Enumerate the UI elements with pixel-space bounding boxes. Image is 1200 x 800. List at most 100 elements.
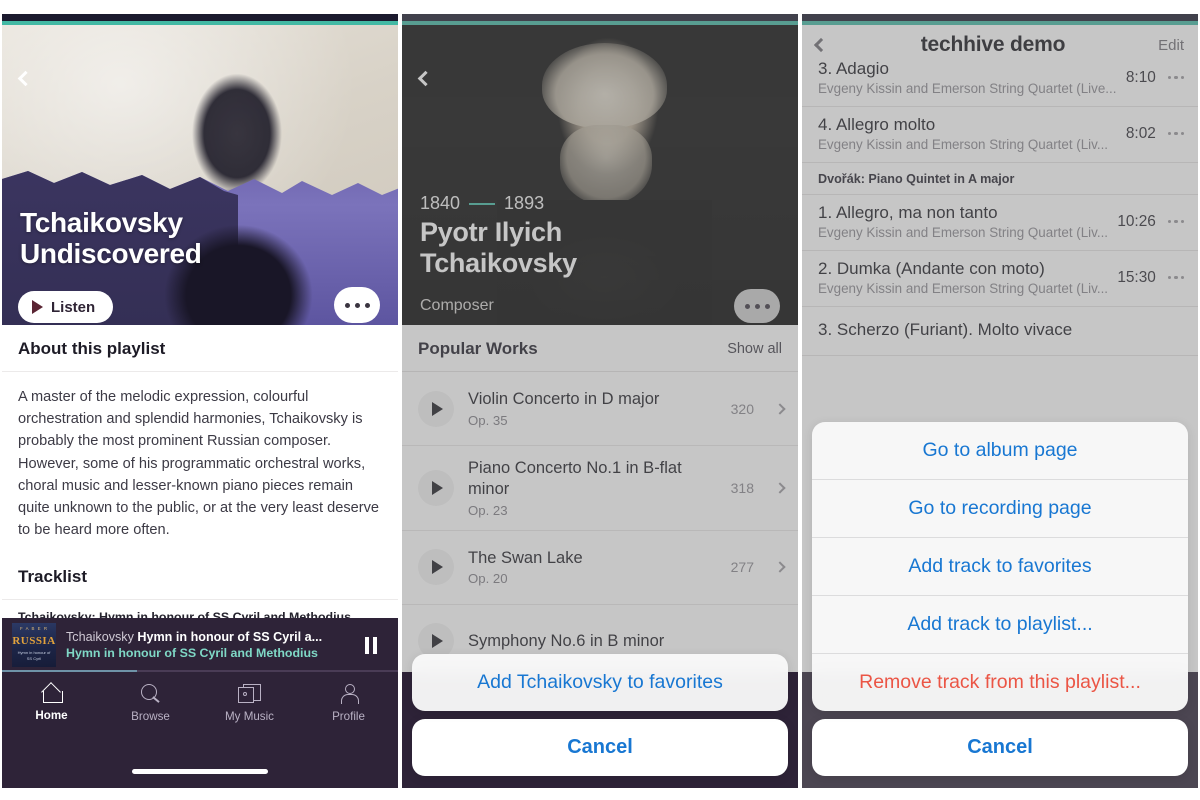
track-menu-button[interactable]	[1167, 219, 1184, 224]
screenshot-stage: Tchaikovsky Undiscovered Listen About th…	[0, 0, 1200, 800]
ellipsis-icon	[344, 302, 350, 308]
album-art-title: RUSSIA	[12, 635, 56, 647]
composer-role: Composer	[420, 297, 494, 314]
work-play-count: 320	[730, 400, 754, 417]
work-title: Piano Concerto No.1 in B-flat minor	[468, 459, 682, 498]
playlist-title-line2: Undiscovered	[20, 238, 202, 270]
play-icon[interactable]	[418, 390, 454, 427]
track-title: 1. Allegro, ma non tanto	[818, 203, 998, 222]
panel-playlist: Tchaikovsky Undiscovered Listen About th…	[0, 0, 400, 800]
playlist-title: Tchaikovsky Undiscovered	[20, 207, 202, 270]
track-duration: 10:26	[1117, 212, 1156, 230]
composer-hero: 1840 1893 Pyotr Ilyich Tchaikovsky Compo…	[402, 25, 798, 325]
person-icon	[339, 684, 359, 704]
track-duration: 8:02	[1125, 124, 1156, 142]
chevron-left-icon	[813, 37, 829, 53]
tab-my-music[interactable]: My Music	[200, 684, 299, 723]
track-artist: Evgeny Kissin and Emerson String Quartet…	[818, 137, 1109, 152]
hero-scrim	[402, 25, 798, 325]
track-menu-button[interactable]	[1167, 131, 1184, 136]
back-button-playlist-tracks[interactable]	[813, 37, 842, 53]
tab-home[interactable]: Home	[2, 684, 101, 722]
table-row[interactable]: 1. Allegro, ma non tanto Evgeny Kissin a…	[802, 195, 1198, 251]
action-sheet-cancel-button[interactable]: Cancel	[812, 719, 1188, 776]
track-duration: 8:10	[1125, 68, 1156, 86]
tracklist-heading: Tracklist	[2, 551, 398, 601]
bottom-tab-bar: Home Browse My Music Profile	[2, 672, 398, 788]
ellipsis-icon	[744, 303, 750, 309]
tab-browse[interactable]: Browse	[101, 684, 200, 723]
work-row[interactable]: Piano Concerto No.1 in B-flat minor Op. …	[402, 446, 798, 531]
now-playing-subtitle: Hymn in honour of SS Cyril and Methodius	[66, 646, 318, 660]
play-icon[interactable]	[418, 549, 454, 586]
work-opus: Op. 20	[468, 571, 508, 587]
table-row[interactable]: 3. Adagio Evgeny Kissin and Emerson Stri…	[802, 51, 1198, 107]
table-row[interactable]: 3. Scherzo (Furiant). Molto vivace	[802, 307, 1198, 356]
track-duration: 15:30	[1117, 268, 1156, 286]
search-icon	[140, 684, 162, 703]
status-bar	[2, 14, 398, 21]
back-button-composer[interactable]	[410, 63, 440, 93]
now-playing-line1: Tchaikovsky Hymn in honour of SS Cyril a…	[66, 630, 354, 644]
composer-more-button[interactable]	[734, 289, 780, 323]
action-add-track-to-playlist[interactable]: Add track to playlist...	[812, 596, 1188, 654]
track-menu-button[interactable]	[1167, 75, 1184, 80]
about-heading: About this playlist	[2, 325, 398, 372]
now-playing-composer: Tchaikovsky	[66, 630, 134, 644]
chevron-left-icon	[17, 70, 33, 86]
show-all-link[interactable]: Show all	[727, 341, 782, 357]
playlist-more-button[interactable]	[334, 287, 380, 323]
home-indicator	[532, 769, 668, 774]
work-opus: Op. 35	[468, 412, 508, 428]
back-button-playlist[interactable]	[10, 63, 40, 93]
table-row[interactable]: 2. Dumka (Andante con moto) Evgeny Kissi…	[802, 251, 1198, 307]
track-group-label: Dvořák: Piano Quintet in A major	[802, 163, 1198, 195]
status-bar	[802, 14, 1198, 21]
work-title: The Swan Lake	[468, 548, 583, 567]
composer-life-years: 1840 1893	[420, 193, 544, 214]
work-row[interactable]: The Swan Lake Op. 20 277	[402, 531, 798, 605]
tab-browse-label: Browse	[131, 710, 170, 723]
tab-profile[interactable]: Profile	[299, 684, 398, 723]
work-play-count: 277	[730, 559, 754, 576]
chevron-left-icon	[417, 70, 433, 86]
about-body-text: A master of the melodic expression, colo…	[18, 389, 380, 539]
album-art-top-text: F A B E R	[19, 626, 49, 631]
action-go-to-album-page[interactable]: Go to album page	[812, 422, 1188, 480]
track-artist: Evgeny Kissin and Emerson String Quartet…	[818, 81, 1117, 96]
action-add-track-to-favorites[interactable]: Add track to favorites	[812, 538, 1188, 596]
track-title: 3. Scherzo (Furiant). Molto vivace	[818, 320, 1073, 339]
phone-screen-3: techhive demo Edit 3. Adagio Evgeny Kiss…	[802, 14, 1198, 788]
home-icon	[41, 684, 63, 703]
play-icon	[32, 300, 43, 314]
popular-works-header: Popular Works Show all	[402, 325, 798, 372]
album-art-thumbnail: F A B E R RUSSIA Hymn in honour of SS Cy…	[12, 623, 56, 667]
now-playing-bar[interactable]: F A B E R RUSSIA Hymn in honour of SS Cy…	[2, 618, 398, 672]
ellipsis-icon	[1167, 275, 1172, 280]
panel-playlist-tracks: techhive demo Edit 3. Adagio Evgeny Kiss…	[800, 0, 1200, 800]
play-icon[interactable]	[418, 469, 454, 506]
action-add-to-favorites[interactable]: Add Tchaikovsky to favorites	[412, 654, 788, 711]
listen-button[interactable]: Listen	[18, 291, 114, 323]
work-play-count: 318	[730, 479, 754, 496]
popular-works-heading: Popular Works	[418, 339, 538, 358]
track-title: 3. Adagio	[818, 59, 889, 78]
pause-button[interactable]	[354, 636, 388, 654]
track-menu-button[interactable]	[1167, 275, 1184, 280]
year-separator-dash	[469, 202, 496, 205]
chevron-right-icon	[774, 402, 786, 415]
composer-name: Pyotr Ilyich Tchaikovsky	[420, 217, 577, 279]
table-row[interactable]: 4. Allegro molto Evgeny Kissin and Emers…	[802, 107, 1198, 163]
albums-icon	[238, 684, 261, 703]
work-row[interactable]: Violin Concerto in D major Op. 35 320	[402, 372, 798, 446]
track-title: 4. Allegro molto	[818, 115, 936, 134]
composer-name-line1: Pyotr Ilyich	[420, 217, 562, 247]
home-indicator	[932, 769, 1068, 774]
work-title: Violin Concerto in D major	[468, 390, 660, 409]
action-go-to-recording-page[interactable]: Go to recording page	[812, 480, 1188, 538]
playlist-title-line1: Tchaikovsky	[20, 207, 183, 238]
phone-screen-2: 1840 1893 Pyotr Ilyich Tchaikovsky Compo…	[402, 14, 798, 788]
action-sheet-track: Go to album page Go to recording page Ad…	[812, 422, 1188, 776]
action-remove-track-from-playlist[interactable]: Remove track from this playlist...	[812, 654, 1188, 711]
action-sheet-cancel-button[interactable]: Cancel	[412, 719, 788, 776]
